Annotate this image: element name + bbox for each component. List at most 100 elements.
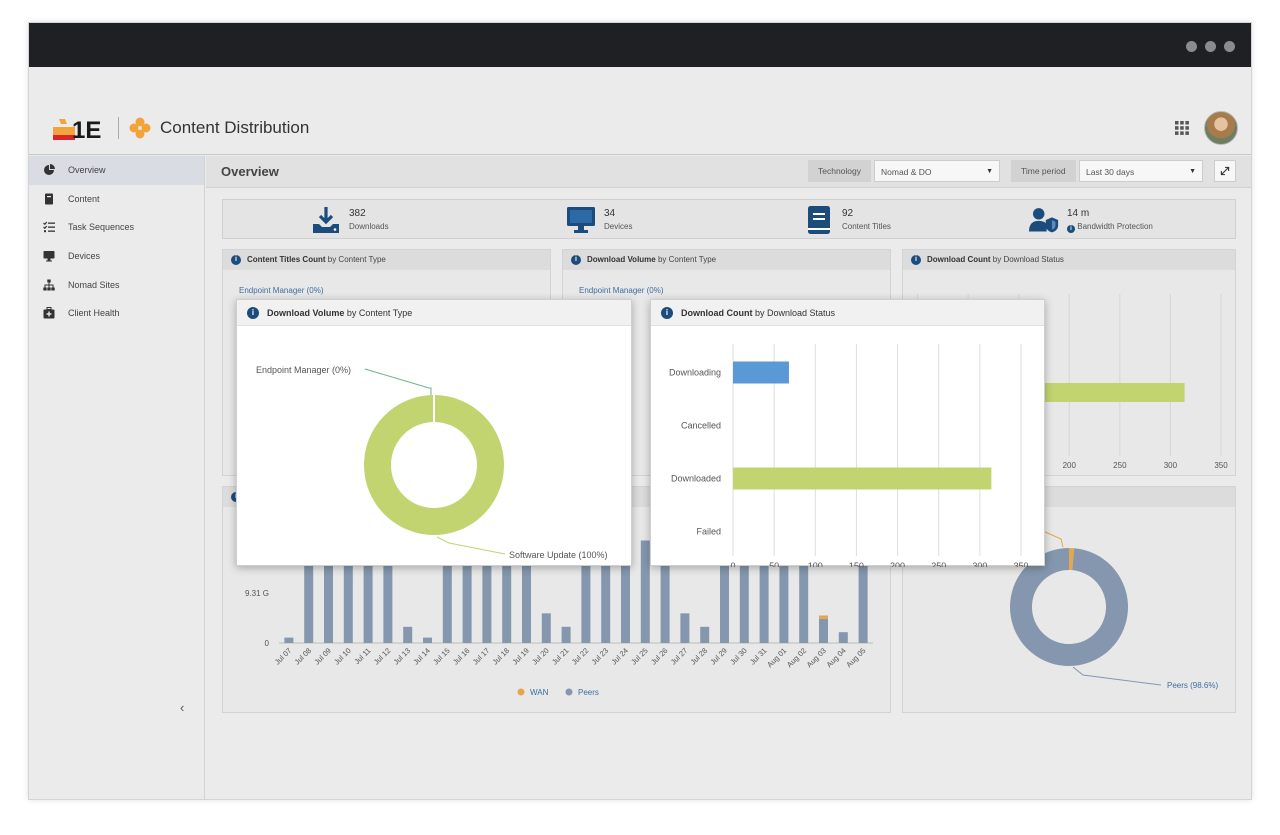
x-tick-label: Jul 15 (431, 646, 452, 667)
users-shield-icon (1029, 208, 1059, 233)
panel-title-bold: Download Volume (587, 255, 656, 264)
bar (838, 632, 848, 643)
sidebar-item-label: Client Health (68, 308, 120, 319)
sidebar-item-task-sequences[interactable]: Task Sequences (29, 213, 204, 242)
panel-header[interactable]: i Download Volume by Content Type (563, 250, 890, 270)
legend-swatch (517, 688, 525, 696)
kpi-strip: 382 Downloads 34 Devices 92 Content Titl… (222, 199, 1236, 239)
pie-label: Endpoint Manager (0%) (256, 365, 351, 375)
sidebar-item-client-health[interactable]: Client Health (29, 299, 204, 328)
monitor-icon (43, 251, 55, 262)
kpi-label: i Bandwidth Protection (1067, 222, 1153, 233)
x-tick-label: 150 (849, 561, 864, 567)
svg-text:1E: 1E (72, 117, 101, 141)
app-header: 1E Content Distribution (29, 67, 1251, 155)
pie-label: Peers (98.6%) (1167, 681, 1218, 690)
x-tick-label: 350 (1013, 561, 1028, 567)
bar (733, 361, 789, 384)
x-tick-label: Jul 21 (550, 646, 571, 667)
bar (680, 613, 690, 643)
chevron-down-icon: ▼ (1189, 168, 1196, 175)
sidebar-item-label: Devices (68, 251, 101, 262)
popup-download-volume: i Download Volume by Content Type Endpoi… (236, 299, 632, 566)
x-tick-label: Jul 11 (352, 646, 372, 666)
kpi-label: Downloads (349, 222, 389, 231)
technology-label: Technology (808, 160, 872, 182)
bar (640, 540, 650, 643)
x-tick-label: Jul 23 (590, 646, 611, 667)
app-window: 1E Content Distribution Overview Content (28, 22, 1252, 800)
kpi-label: Content Titles (842, 222, 891, 231)
kpi-value: 382 (349, 208, 366, 219)
pie-leader-line (436, 536, 506, 555)
y-category-label: Downloading (669, 368, 721, 378)
y-category-label: Cancelled (681, 421, 721, 431)
kpi-label-text: Bandwidth Protection (1077, 222, 1153, 231)
y-tick-label: 0 (265, 639, 270, 648)
window-titlebar (29, 23, 1251, 67)
x-tick-label: Jul 24 (609, 646, 630, 667)
bar (284, 637, 294, 643)
window-menu-dots[interactable] (1186, 41, 1235, 52)
sidebar-item-overview[interactable]: Overview (29, 156, 204, 185)
x-tick-label: 0 (730, 561, 735, 567)
fullscreen-button[interactable] (1214, 160, 1236, 182)
info-icon[interactable]: i (1067, 225, 1075, 233)
x-tick-label: 300 (972, 561, 987, 567)
book-icon (45, 193, 53, 205)
x-tick-label: 200 (890, 561, 905, 567)
sidebar-item-label: Content (68, 193, 100, 204)
panel-title-bold: Content Titles Count (247, 255, 326, 264)
pie-leader-line (1042, 530, 1064, 548)
x-tick-label: Jul 25 (629, 646, 650, 667)
time-period-select[interactable]: Last 30 days ▼ (1079, 160, 1203, 182)
sidebar-item-devices[interactable]: Devices (29, 242, 204, 271)
x-tick-label: Jul 17 (471, 646, 492, 667)
technology-select[interactable]: Nomad & DO ▼ (874, 160, 1000, 182)
info-icon[interactable]: i (571, 255, 581, 265)
x-tick-label: Jul 20 (530, 646, 551, 667)
download-volume-donut-chart: Endpoint Manager (0%) Software Update (10… (256, 365, 608, 560)
x-tick-label: Jul 18 (491, 646, 512, 667)
x-tick-label: Jul 22 (570, 646, 591, 667)
bar (541, 613, 551, 643)
bar (700, 626, 710, 643)
company-logo[interactable]: 1E (53, 115, 105, 141)
overview-toolbar: Overview Technology Nomad & DO ▼ Time pe… (206, 156, 1251, 188)
collapse-sidebar-button[interactable]: ‹ (180, 700, 184, 715)
sidebar-item-label: Overview (68, 165, 106, 176)
monitor-icon (567, 207, 595, 233)
x-tick-label: 300 (1164, 461, 1178, 470)
user-avatar[interactable] (1204, 111, 1238, 145)
book-icon (808, 206, 830, 234)
x-tick-label: Aug 02 (785, 646, 808, 669)
x-tick-label: Jul 07 (273, 646, 294, 667)
pie-chart-icon (44, 164, 55, 176)
app-grid-icon[interactable] (1175, 121, 1189, 135)
checklist-icon (43, 222, 55, 233)
x-tick-label: Jul 30 (728, 646, 749, 667)
x-tick-label: 50 (769, 561, 779, 567)
bar (423, 637, 432, 643)
x-tick-label: 100 (808, 561, 823, 567)
bar (858, 564, 868, 643)
kpi-value: 14 m (1067, 208, 1090, 219)
dot-icon (1186, 41, 1197, 52)
panel-header[interactable]: i Content Titles Count by Content Type (223, 250, 550, 270)
sidebar-item-content[interactable]: Content (29, 185, 204, 214)
expand-icon (1220, 166, 1230, 176)
legend-swatch (565, 688, 573, 696)
x-tick-label: Jul 28 (689, 646, 710, 667)
y-category-label: Failed (696, 527, 721, 537)
sidebar-item-label: Task Sequences (68, 222, 135, 233)
kpi-label: Devices (604, 222, 633, 231)
kpi-value: 92 (842, 208, 854, 219)
x-tick-label: 200 (1063, 461, 1077, 470)
sidebar-item-nomad-sites[interactable]: Nomad Sites (29, 270, 204, 299)
medkit-icon (43, 307, 55, 319)
technology-select-value: Nomad & DO (881, 167, 932, 177)
pie-label: Endpoint Manager (0%) (239, 286, 324, 295)
legend-label: WAN (530, 688, 549, 697)
x-tick-label: Jul 26 (649, 646, 670, 667)
info-icon[interactable]: i (231, 255, 241, 265)
